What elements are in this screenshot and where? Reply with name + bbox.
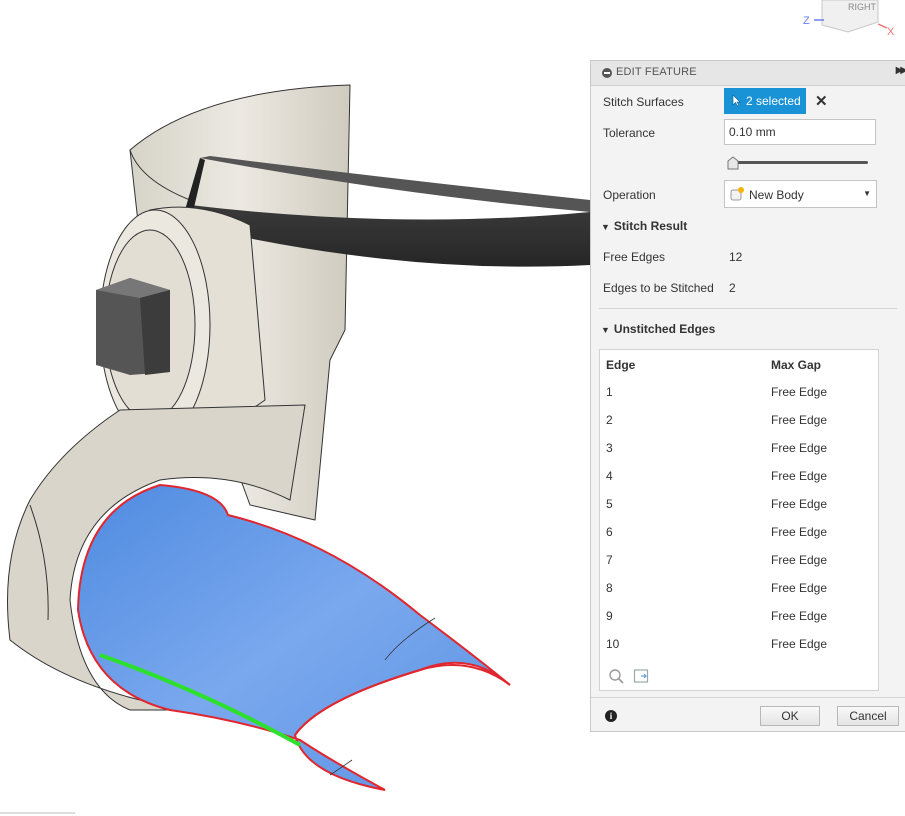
edge-number: 1 <box>606 385 613 399</box>
panel-footer: i OK Cancel <box>591 697 905 732</box>
edge-number: 9 <box>606 609 613 623</box>
edges-to-be-stitched-value: 2 <box>729 281 736 295</box>
table-row[interactable]: 4 Free Edge <box>600 462 878 490</box>
unstitched-edges-section-toggle[interactable]: ▼ Unstitched Edges <box>601 322 715 336</box>
select-edge-icon[interactable] <box>633 668 651 684</box>
edge-number: 5 <box>606 497 613 511</box>
view-cube-face-label: RIGHT <box>848 2 877 12</box>
collapse-icon[interactable] <box>602 68 612 78</box>
table-row[interactable]: 1 Free Edge <box>600 378 878 406</box>
table-row[interactable]: 3 Free Edge <box>600 434 878 462</box>
edges-to-be-stitched-label: Edges to be Stitched <box>603 281 714 295</box>
operation-label: Operation <box>603 188 656 202</box>
zoom-to-edge-icon[interactable] <box>608 668 624 684</box>
boss-cylinder <box>96 206 266 441</box>
edge-number: 8 <box>606 581 613 595</box>
column-header-edge: Edge <box>606 358 636 372</box>
tolerance-label: Tolerance <box>603 126 656 140</box>
collapse-triangle-icon: ▼ <box>601 325 610 335</box>
edge-number: 3 <box>606 441 613 455</box>
max-gap: Free Edge <box>771 609 828 623</box>
stitch-surfaces-selection-button[interactable]: 2 selected <box>724 88 806 114</box>
view-cube[interactable]: RIGHT Z X <box>800 0 905 40</box>
max-gap: Free Edge <box>771 637 828 651</box>
stitch-result-title: Stitch Result <box>613 219 688 233</box>
edge-number: 10 <box>606 637 620 651</box>
info-icon[interactable]: i <box>605 710 617 722</box>
panel-header: EDIT FEATURE ▶▶ <box>591 61 905 86</box>
operation-value: New Body <box>749 188 804 202</box>
free-edges-value: 12 <box>729 250 743 264</box>
unstitched-edges-table: Edge Max Gap 1 Free Edge 2 Free Edge 3 Free… <box>599 349 879 691</box>
cursor-arrow-icon <box>732 94 741 107</box>
max-gap: Free Edge <box>771 441 828 455</box>
operation-dropdown[interactable]: New Body ▼ <box>724 180 877 208</box>
stitch-result-section-toggle[interactable]: ▼ Stitch Result <box>601 219 687 233</box>
panel-title: EDIT FEATURE <box>616 66 697 78</box>
max-gap: Free Edge <box>771 413 828 427</box>
ok-button[interactable]: OK <box>760 706 820 726</box>
column-header-max-gap: Max Gap <box>771 358 822 372</box>
collapse-triangle-icon: ▼ <box>601 222 610 232</box>
free-edges-label: Free Edges <box>603 250 666 264</box>
max-gap: Free Edge <box>771 385 828 399</box>
max-gap: Free Edge <box>771 469 828 483</box>
table-row[interactable]: 9 Free Edge <box>600 602 878 630</box>
max-gap: Free Edge <box>771 497 828 511</box>
unstitched-edges-title: Unstitched Edges <box>613 322 716 336</box>
table-row[interactable]: 7 Free Edge <box>600 546 878 574</box>
edit-feature-panel: EDIT FEATURE ▶▶ Stitch Surfaces 2 select… <box>590 60 905 732</box>
table-row[interactable]: 5 Free Edge <box>600 490 878 518</box>
edge-number: 7 <box>606 553 613 567</box>
stitch-surfaces-label: Stitch Surfaces <box>603 95 684 109</box>
tolerance-slider-track[interactable] <box>728 161 868 164</box>
selected-surface[interactable] <box>76 483 511 791</box>
table-row[interactable]: 6 Free Edge <box>600 518 878 546</box>
tolerance-input[interactable] <box>724 119 876 145</box>
axis-x-label: X <box>887 26 895 38</box>
dropdown-caret-icon: ▼ <box>863 189 871 198</box>
table-row[interactable]: 2 Free Edge <box>600 406 878 434</box>
cancel-button[interactable]: Cancel <box>837 706 899 726</box>
edge-number: 4 <box>606 469 613 483</box>
selection-count: 2 selected <box>746 94 801 108</box>
max-gap: Free Edge <box>771 553 828 567</box>
section-divider <box>599 308 897 309</box>
expand-panel-icon[interactable]: ▶▶ <box>896 65 905 76</box>
new-body-icon <box>730 187 744 201</box>
edge-number: 6 <box>606 525 613 539</box>
max-gap: Free Edge <box>771 581 828 595</box>
table-row[interactable]: 8 Free Edge <box>600 574 878 602</box>
edge-number: 2 <box>606 413 613 427</box>
max-gap: Free Edge <box>771 525 828 539</box>
tolerance-slider-thumb[interactable] <box>727 156 739 170</box>
clear-selection-icon[interactable]: ✕ <box>815 92 828 110</box>
table-row[interactable]: 10 Free Edge <box>600 630 878 658</box>
axis-z-label: Z <box>803 15 810 27</box>
